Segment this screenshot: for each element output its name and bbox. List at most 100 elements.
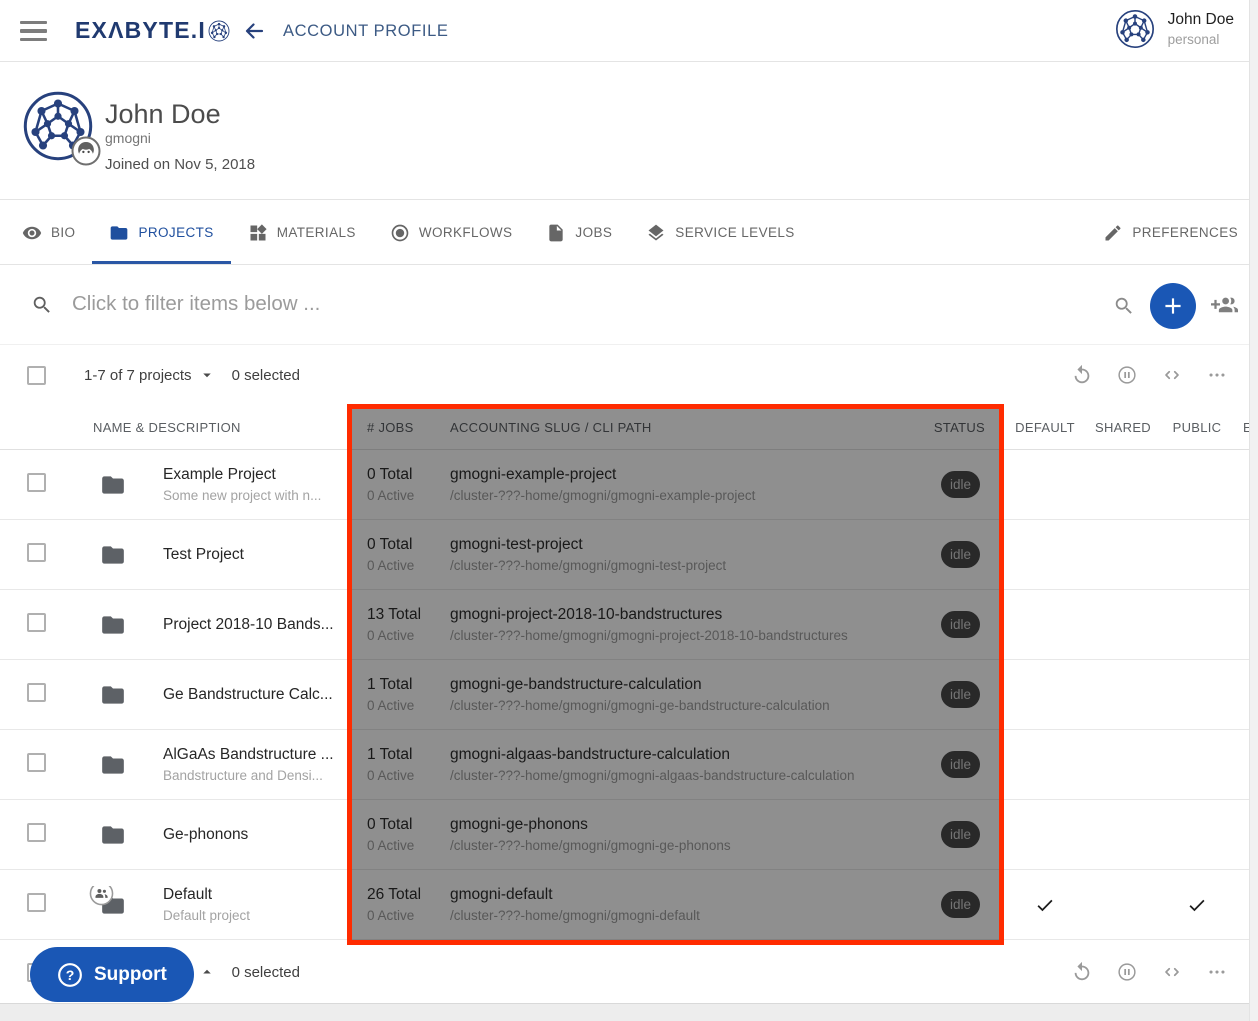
pause-circle-icon[interactable] [1116, 364, 1138, 386]
back-arrow-icon[interactable] [241, 19, 267, 43]
table-row[interactable]: Test Project 0 Total 0 Active gmogni-tes… [0, 520, 1258, 590]
refresh-icon[interactable] [1071, 364, 1093, 386]
status-badge: idle [941, 471, 980, 498]
col-header-shared[interactable]: SHARED [1085, 420, 1161, 435]
tab-jobs[interactable]: JOBS [529, 201, 629, 264]
folder-icon [98, 752, 128, 778]
col-header-name[interactable]: NAME & DESCRIPTION [85, 420, 347, 435]
user-name: John Doe [1168, 11, 1234, 29]
jobs-total: 0 Total [367, 536, 450, 554]
selected-count: 0 selected [232, 964, 300, 981]
project-description: Default project [163, 908, 250, 923]
jobs-total: 1 Total [367, 676, 450, 694]
table-body: Example Project Some new project with n.… [0, 450, 1258, 940]
tab-bio[interactable]: BIO [5, 201, 92, 264]
tab-materials[interactable]: MATERIALS [231, 201, 373, 264]
col-header-jobs[interactable]: # JOBS [347, 420, 450, 435]
support-label: Support [94, 964, 167, 986]
folder-icon [98, 612, 128, 638]
table-header-row: NAME & DESCRIPTION # JOBS ACCOUNTING SLU… [0, 405, 1258, 450]
user-menu[interactable]: John Doe personal [1115, 9, 1234, 49]
tab-preferences[interactable]: PREFERENCES [1086, 201, 1255, 264]
table-row[interactable]: Ge Bandstructure Calc... 1 Total 0 Activ… [0, 660, 1258, 730]
jobs-active: 0 Active [367, 838, 450, 853]
jobs-active: 0 Active [367, 698, 450, 713]
jobs-active: 0 Active [367, 908, 450, 923]
chevron-down-icon[interactable] [198, 366, 216, 384]
search-icon[interactable] [1113, 295, 1135, 317]
col-header-slug[interactable]: ACCOUNTING SLUG / CLI PATH [450, 420, 930, 435]
molecule-ball-icon [208, 20, 230, 42]
more-options-icon[interactable] [1206, 961, 1228, 983]
accounting-slug: gmogni-project-2018-10-bandstructures [450, 606, 930, 624]
cli-path: /cluster-???-home/gmogni/gmogni-test-pro… [450, 558, 930, 573]
shared-people-badge-icon [89, 886, 114, 906]
hamburger-menu-icon[interactable] [20, 21, 47, 41]
table-row[interactable]: Project 2018-10 Bands... 13 Total 0 Acti… [0, 590, 1258, 660]
profile-username: gmogni [105, 130, 151, 146]
jobs-active: 0 Active [367, 768, 450, 783]
project-name: AlGaAs Bandstructure ... [163, 746, 334, 764]
tab-service-levels[interactable]: SERVICE LEVELS [629, 201, 811, 264]
code-icon[interactable] [1161, 364, 1183, 386]
add-project-button[interactable] [1150, 283, 1196, 329]
profile-section: John Doe gmogni Joined on Nov 5, 2018 [0, 63, 1258, 200]
col-header-status[interactable]: STATUS [930, 420, 1005, 435]
logo-text: EXΛBYTE.I [75, 17, 206, 44]
svg-text:?: ? [66, 966, 75, 982]
pagination-range[interactable]: 1-7 of 7 projects [84, 367, 192, 384]
bottom-strip [0, 1003, 1258, 1021]
jobs-active: 0 Active [367, 628, 450, 643]
support-button[interactable]: ? Support [30, 947, 194, 1002]
pause-circle-icon[interactable] [1116, 961, 1138, 983]
project-name: Ge Bandstructure Calc... [163, 686, 333, 704]
tab-workflows[interactable]: WORKFLOWS [373, 201, 530, 264]
jobs-total: 1 Total [367, 746, 450, 764]
face-badge-icon [71, 136, 101, 166]
project-name: Project 2018-10 Bands... [163, 616, 334, 634]
tabs-right-group: PREFERENCES [1086, 201, 1258, 264]
projects-table: NAME & DESCRIPTION # JOBS ACCOUNTING SLU… [0, 405, 1258, 940]
code-icon[interactable] [1161, 961, 1183, 983]
table-row[interactable]: Example Project Some new project with n.… [0, 450, 1258, 520]
project-description: Bandstructure and Densi... [163, 768, 334, 783]
cli-path: /cluster-???-home/gmogni/gmogni-algaas-b… [450, 768, 930, 783]
user-account-type: personal [1168, 32, 1234, 47]
row-checkbox[interactable] [27, 613, 46, 632]
row-checkbox[interactable] [27, 823, 46, 842]
col-header-default[interactable]: DEFAULT [1005, 420, 1085, 435]
page-title: ACCOUNT PROFILE [283, 22, 448, 41]
scrollbar-track[interactable] [1249, 0, 1258, 1021]
row-checkbox[interactable] [27, 473, 46, 492]
table-row[interactable]: Default Default project 26 Total 0 Activ… [0, 870, 1258, 940]
folder-icon [109, 223, 129, 243]
refresh-icon[interactable] [1071, 961, 1093, 983]
col-header-public[interactable]: PUBLIC [1161, 420, 1233, 435]
row-checkbox[interactable] [27, 683, 46, 702]
group-add-icon[interactable] [1211, 292, 1238, 319]
jobs-total: 13 Total [367, 606, 450, 624]
tabs-left-group: BIO PROJECTS MATERIALS WORKFLOWS JOBS SE… [5, 201, 812, 264]
tab-projects[interactable]: PROJECTS [92, 201, 230, 264]
select-all-checkbox[interactable] [27, 366, 46, 385]
more-options-icon[interactable] [1206, 364, 1228, 386]
profile-avatar [22, 90, 94, 162]
table-toolbar: 1-7 of 7 projects 0 selected [0, 345, 1258, 405]
folder-icon [98, 682, 128, 708]
table-row[interactable]: Ge-phonons 0 Total 0 Active gmogni-ge-ph… [0, 800, 1258, 870]
cli-path: /cluster-???-home/gmogni/gmogni-ge-phono… [450, 838, 930, 853]
default-check-icon [1034, 894, 1056, 916]
status-badge: idle [941, 541, 980, 568]
table-row[interactable]: AlGaAs Bandstructure ... Bandstructure a… [0, 730, 1258, 800]
jobs-active: 0 Active [367, 558, 450, 573]
chevron-up-icon[interactable] [198, 963, 216, 981]
row-checkbox[interactable] [27, 893, 46, 912]
status-badge: idle [941, 821, 980, 848]
filter-input[interactable]: Click to filter items below ... [72, 292, 320, 316]
row-checkbox[interactable] [27, 753, 46, 772]
status-badge: idle [941, 891, 980, 918]
filter-bar: Click to filter items below ... [0, 266, 1258, 345]
row-checkbox[interactable] [27, 543, 46, 562]
exabyte-logo[interactable]: EXΛBYTE.I [75, 17, 230, 44]
pencil-icon [1103, 223, 1123, 243]
